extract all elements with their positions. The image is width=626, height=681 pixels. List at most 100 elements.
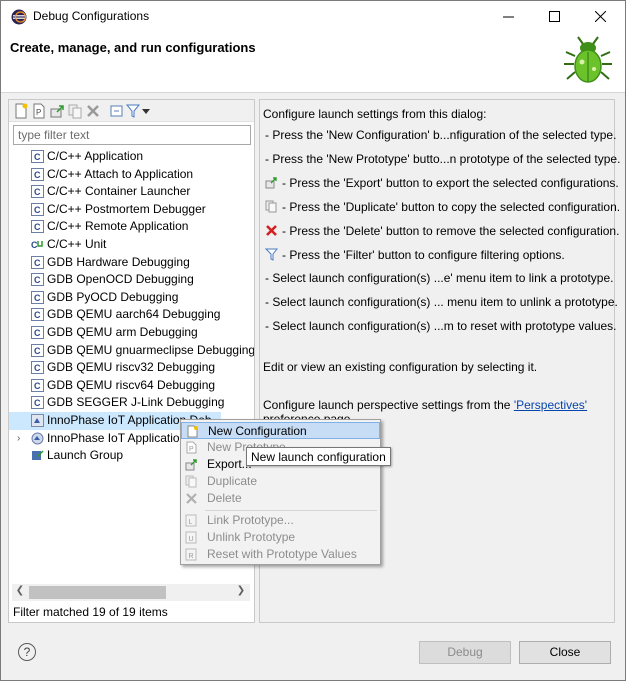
c-app-icon: C [31, 378, 44, 392]
tree-item-gdb-pyocd[interactable]: C GDB PyOCD Debugging [9, 289, 254, 307]
svg-text:C: C [34, 363, 41, 373]
tree-item-cpp-postmortem[interactable]: C C/C++ Postmortem Debugger [9, 201, 254, 219]
filter-icon[interactable] [125, 103, 141, 119]
c-app-icon: C [31, 220, 44, 234]
svg-text:C: C [34, 381, 41, 391]
svg-text:P: P [36, 108, 41, 117]
perspective-text: Configure launch perspective settings fr… [263, 398, 588, 412]
minimize-icon [502, 16, 514, 18]
tree-item-cpp-unit[interactable]: C C/C++ Unit [9, 236, 254, 254]
menu-item-delete[interactable]: Delete [181, 490, 380, 507]
unlink-prototype-icon: U [185, 531, 197, 544]
edit-text: Edit or view an existing configuration b… [263, 360, 538, 374]
svg-text:C: C [34, 346, 41, 356]
help-line: - Press the 'Export' button to export th… [265, 176, 619, 190]
c-app-icon: C [31, 308, 44, 322]
menu-item-unlink-prototype[interactable]: U Unlink Prototype [181, 529, 380, 546]
help-line: - Press the 'Delete' button to remove th… [265, 224, 619, 238]
tree-item-gdb-qemu-gnuarmeclipse[interactable]: C GDB QEMU gnuarmeclipse Debugging ( [9, 342, 254, 360]
dialog-title: Create, manage, and run configurations [10, 40, 256, 55]
link-prototype-icon: L [185, 514, 197, 527]
menu-item-link-prototype[interactable]: L Link Prototype... [181, 512, 380, 529]
intro-text: Configure launch settings from this dial… [263, 107, 487, 121]
duplicate-icon [185, 475, 197, 488]
maximize-button[interactable] [531, 1, 577, 32]
tree-item-gdb-qemu-aarch64[interactable]: C GDB QEMU aarch64 Debugging [9, 306, 254, 324]
debug-configurations-window: Debug Configurations Create, manage, and… [0, 0, 626, 681]
svg-text:C: C [34, 328, 41, 338]
new-prototype-icon[interactable]: P [31, 103, 47, 119]
svg-text:L: L [189, 519, 193, 526]
tree-item-gdb-openocd[interactable]: C GDB OpenOCD Debugging [9, 271, 254, 289]
innophase-icon [31, 414, 44, 427]
delete-icon [186, 493, 197, 504]
dialog-header: Create, manage, and run configurations [1, 32, 625, 93]
export-icon [265, 177, 277, 189]
scroll-right-icon[interactable]: ❯ [234, 585, 248, 596]
c-app-icon: C [31, 150, 44, 163]
duplicate-icon[interactable] [67, 103, 83, 119]
svg-text:U: U [189, 536, 194, 543]
maximize-icon [548, 11, 560, 22]
chevron-down-icon[interactable] [141, 103, 151, 119]
svg-text:C: C [31, 240, 38, 250]
help-line: - Press the 'Duplicate' button to copy t… [265, 200, 620, 214]
new-prototype-icon: P [186, 441, 197, 454]
horizontal-scrollbar[interactable]: ❮ ❯ [12, 584, 250, 601]
close-window-button[interactable] [577, 1, 623, 32]
list-toolbar: P [9, 100, 254, 122]
c-app-icon: C [31, 185, 44, 199]
context-menu: New Configuration P New Prototype Export… [180, 419, 381, 565]
scrollbar-thumb[interactable] [29, 586, 166, 599]
svg-text:C: C [34, 170, 41, 180]
scroll-left-icon[interactable]: ❮ [13, 585, 27, 596]
svg-text:C: C [34, 258, 41, 268]
tree-item-gdb-qemu-arm[interactable]: C GDB QEMU arm Debugging [9, 324, 254, 342]
tree-item-gdb-segger-jlink[interactable]: C GDB SEGGER J-Link Debugging [9, 394, 254, 412]
tree-item-cpp-remote[interactable]: C C/C++ Remote Application [9, 218, 254, 236]
tree-item-gdb-qemu-riscv64[interactable]: C GDB QEMU riscv64 Debugging [9, 377, 254, 395]
new-configuration-icon[interactable] [13, 103, 29, 119]
c-app-icon: C [31, 290, 44, 304]
filter-status: Filter matched 19 of 19 items [13, 605, 168, 619]
help-icon[interactable]: ? [18, 643, 36, 661]
collapse-all-icon[interactable] [109, 103, 125, 119]
tree-item-cpp-application[interactable]: C C/C++ Application [9, 148, 254, 166]
new-configuration-icon [187, 425, 198, 438]
c-app-icon: C [31, 396, 44, 410]
svg-text:C: C [34, 205, 41, 215]
help-line: - Select launch configuration(s) ...e' m… [265, 271, 614, 285]
perspectives-link[interactable]: 'Perspectives' [514, 398, 587, 412]
launch-group-icon [32, 450, 44, 461]
help-line: - Press the 'Filter' button to configure… [265, 248, 565, 262]
help-line: - Select launch configuration(s) ... men… [265, 295, 618, 309]
cunit-icon: C [31, 240, 43, 250]
menu-item-reset-prototype[interactable]: R Reset with Prototype Values [181, 546, 380, 563]
menu-item-new-configuration[interactable]: New Configuration [181, 422, 380, 439]
chevron-right-icon[interactable]: › [17, 430, 20, 447]
c-app-icon: C [31, 255, 44, 269]
menu-item-duplicate[interactable]: Duplicate [181, 473, 380, 490]
menu-separator [205, 510, 377, 511]
bug-icon [564, 36, 612, 83]
reset-prototype-icon: R [185, 548, 197, 561]
svg-text:C: C [34, 310, 41, 320]
duplicate-icon [265, 200, 277, 213]
innophase-icon [31, 432, 44, 445]
c-app-icon: C [31, 343, 44, 357]
tree-item-gdb-hardware[interactable]: C GDB Hardware Debugging [9, 254, 254, 272]
eclipse-icon [11, 9, 27, 25]
minimize-button[interactable] [485, 1, 531, 32]
c-app-icon: C [31, 273, 44, 287]
button-bar: ? Debug Close [1, 629, 625, 680]
filter-input[interactable] [13, 125, 251, 145]
svg-text:C: C [34, 222, 41, 232]
tree-item-cpp-attach[interactable]: C C/C++ Attach to Application [9, 166, 254, 184]
delete-icon[interactable] [85, 103, 101, 119]
debug-button[interactable]: Debug [419, 641, 511, 664]
tree-item-gdb-qemu-riscv32[interactable]: C GDB QEMU riscv32 Debugging [9, 359, 254, 377]
tree-item-cpp-container[interactable]: C C/C++ Container Launcher [9, 183, 254, 201]
export-icon[interactable] [49, 103, 65, 119]
close-button[interactable]: Close [519, 641, 611, 664]
c-app-icon: C [31, 361, 44, 375]
